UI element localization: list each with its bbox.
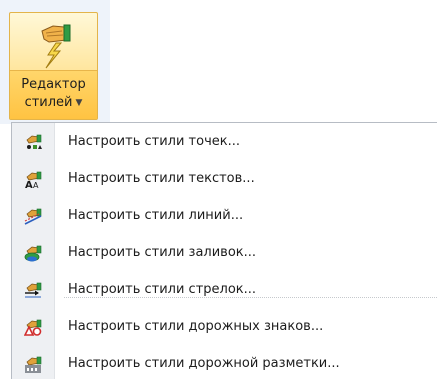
chevron-down-icon[interactable]: ▼ bbox=[76, 98, 83, 108]
style-editor-label-line2: стилей ▼ bbox=[10, 95, 97, 111]
menu-item-road-sign-styles[interactable]: Настроить стили дорожных знаков... bbox=[12, 310, 437, 344]
road-marking-styles-icon bbox=[25, 356, 42, 373]
menu-item-label: Настроить стили заливок... bbox=[68, 245, 257, 260]
menu-item-text-styles[interactable]: A A Настроить стили текстов... bbox=[12, 162, 437, 196]
menu-item-label: Настроить стили точек... bbox=[68, 134, 240, 149]
menu-separator bbox=[64, 297, 437, 298]
text-styles-icon: A A bbox=[25, 171, 42, 188]
menu-item-label: Настроить стили текстов... bbox=[68, 171, 255, 186]
point-styles-icon bbox=[26, 134, 42, 149]
menu-item-label: Настроить стили стрелок... bbox=[68, 282, 257, 297]
menu-item-fill-styles[interactable]: Настроить стили заливок... bbox=[12, 236, 437, 270]
fill-styles-icon bbox=[24, 245, 42, 262]
ribbon-group: Редактор стилей ▼ bbox=[0, 0, 110, 124]
line-styles-icon bbox=[24, 208, 42, 225]
menu-item-point-styles[interactable]: Настроить стили точек... bbox=[12, 125, 437, 159]
style-editor-button[interactable]: Редактор стилей ▼ bbox=[9, 12, 98, 120]
road-sign-styles-icon bbox=[24, 319, 42, 336]
svg-text:A: A bbox=[25, 180, 33, 188]
menu-item-label: Настроить стили дорожной разметки... bbox=[68, 356, 340, 371]
menu-item-line-styles[interactable]: Настроить стили линий... bbox=[12, 199, 437, 233]
arrow-styles-icon bbox=[25, 282, 42, 298]
menu-item-arrow-styles[interactable]: Настроить стили стрелок... bbox=[12, 273, 437, 307]
hand-lightning-icon bbox=[41, 24, 71, 69]
style-editor-label-text: стилей bbox=[24, 95, 73, 110]
style-editor-dropdown-menu: Настроить стили точек... A A Настроить с… bbox=[11, 122, 437, 379]
menu-item-road-marking-styles[interactable]: Настроить стили дорожной разметки... bbox=[12, 347, 437, 381]
svg-text:A: A bbox=[33, 181, 39, 188]
style-editor-label-line1: Редактор bbox=[21, 77, 86, 92]
menu-item-label: Настроить стили линий... bbox=[68, 208, 244, 223]
menu-item-label: Настроить стили дорожных знаков... bbox=[68, 319, 324, 334]
